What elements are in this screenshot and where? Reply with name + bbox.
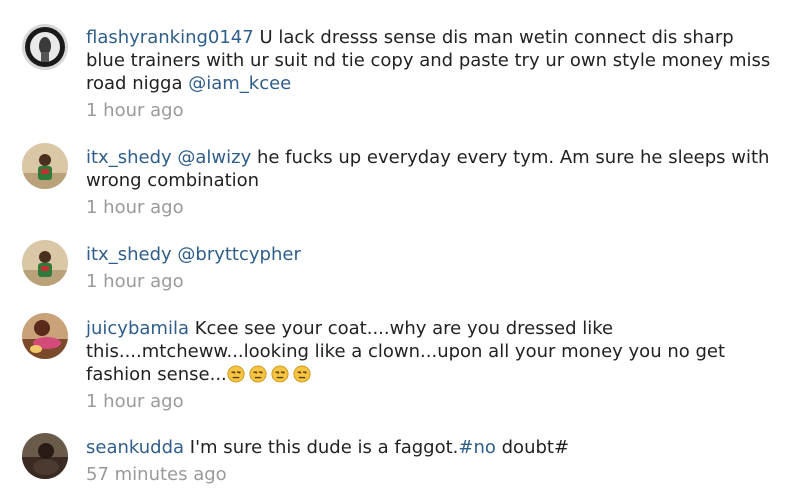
comment-timestamp: 57 minutes ago — [86, 464, 227, 485]
comment-text: juicybamila Kcee see your coat....why ar… — [86, 317, 776, 386]
comment-text: flashyranking0147 U lack dresss sense di… — [86, 26, 776, 95]
comment-hashtag[interactable]: #no — [458, 437, 496, 458]
unamused-face-emoji — [271, 365, 289, 383]
comment-body-text: I'm sure this dude is a faggot. — [189, 437, 459, 458]
emoji-group — [227, 364, 315, 385]
user-avatar[interactable] — [22, 240, 68, 286]
unamused-face-emoji — [227, 365, 245, 383]
comment-username[interactable]: juicybamila — [86, 318, 189, 339]
comment-username[interactable]: seankudda — [86, 437, 184, 458]
comment-text: itx_shedy @bryttcypher — [86, 243, 776, 266]
user-avatar[interactable] — [22, 143, 68, 189]
comment-mention[interactable]: @iam_kcee — [188, 73, 291, 94]
comment-username[interactable]: flashyranking0147 — [86, 27, 254, 48]
comment-username[interactable]: itx_shedy — [86, 147, 172, 168]
comment-mention[interactable]: @bryttcypher — [177, 244, 300, 265]
comment-timestamp: 1 hour ago — [86, 100, 184, 121]
comment-timestamp: 1 hour ago — [86, 391, 184, 412]
user-avatar[interactable] — [22, 433, 68, 479]
comment-username[interactable]: itx_shedy — [86, 244, 172, 265]
user-avatar[interactable] — [22, 24, 68, 70]
comment-timestamp: 1 hour ago — [86, 271, 184, 292]
comment-timestamp: 1 hour ago — [86, 197, 184, 218]
unamused-face-emoji — [293, 365, 311, 383]
comment-text: itx_shedy @alwizy he fucks up everyday e… — [86, 146, 776, 192]
user-avatar[interactable] — [22, 313, 68, 359]
comment-mention[interactable]: @alwizy — [177, 147, 251, 168]
comment-text: seankudda I'm sure this dude is a faggot… — [86, 436, 776, 459]
comment-body-text: doubt# — [495, 437, 570, 458]
unamused-face-emoji — [249, 365, 267, 383]
comments-list: flashyranking0147 U lack dresss sense di… — [0, 0, 800, 499]
